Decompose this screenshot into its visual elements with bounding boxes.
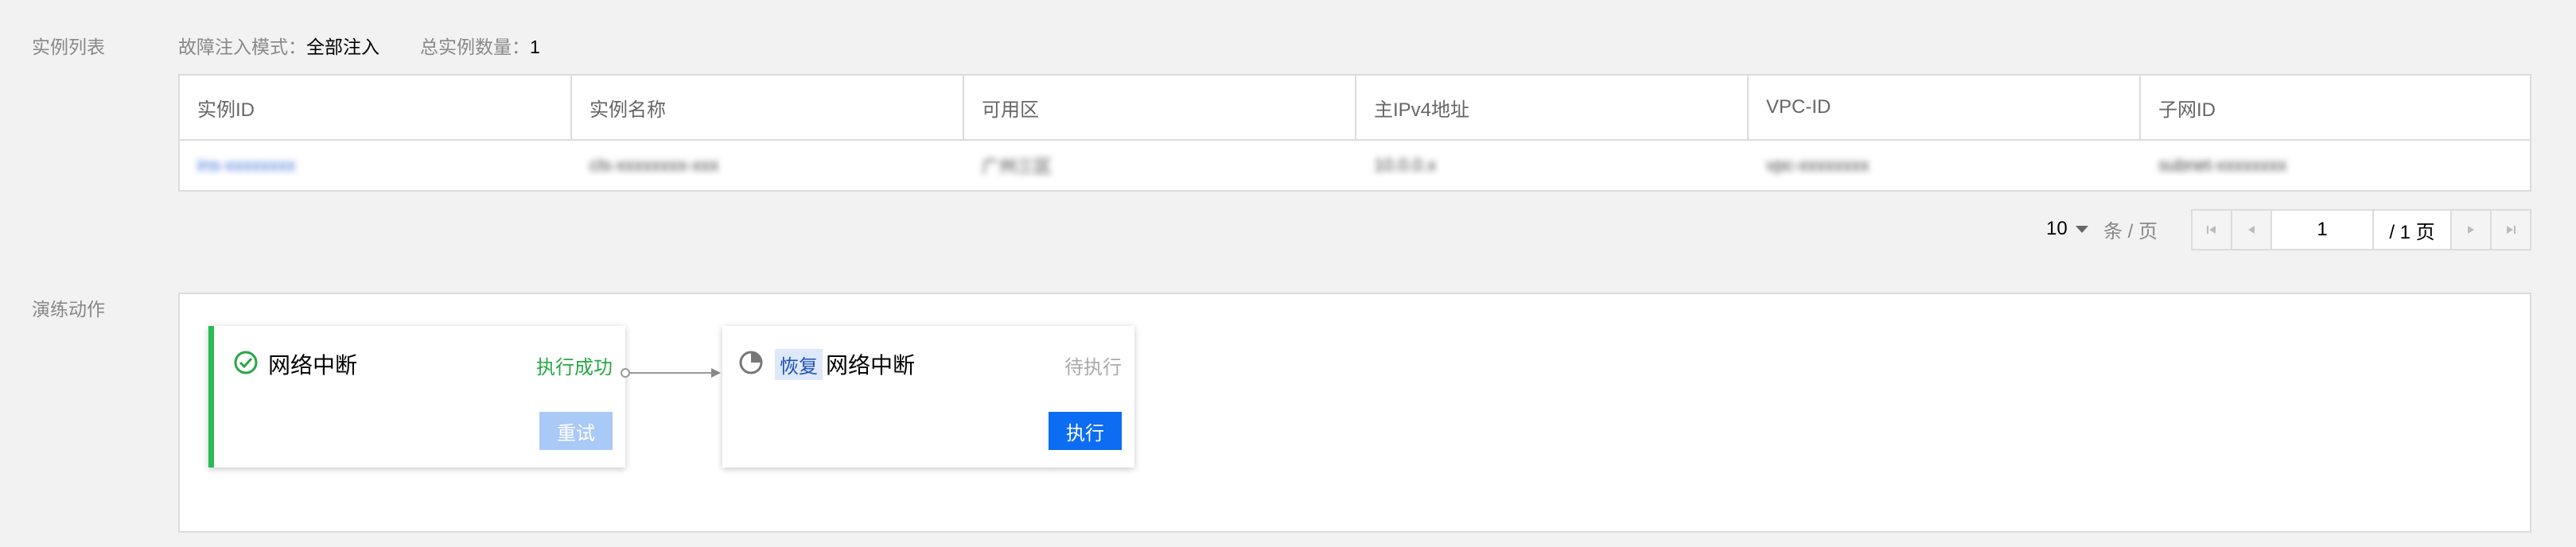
cell-subnet-id: subnet-xxxxxxxx <box>2158 155 2287 175</box>
first-page-icon <box>2207 226 2216 234</box>
table-header: 实例ID 实例名称 可用区 主IPv4地址 VPC-ID 子网ID <box>180 76 2530 141</box>
column-header-vpc-id: VPC-ID <box>1749 76 2141 139</box>
instance-count-value: 1 <box>530 37 540 57</box>
step-status: 待执行 <box>1064 357 1122 378</box>
next-page-button[interactable] <box>2452 211 2492 249</box>
next-page-icon <box>2468 226 2474 234</box>
instance-count-label: 总实例数量： <box>420 37 530 57</box>
step-title-text: 网络中断 <box>826 353 916 378</box>
cell-vpc-id: vpc-xxxxxxxx <box>1766 155 1870 175</box>
pending-pie-icon <box>739 351 763 374</box>
total-pages: / 1 页 <box>2374 211 2452 249</box>
step-status: 执行成功 <box>536 357 613 378</box>
table-row: ins-xxxxxxxx cls-xxxxxxxx-xxx 广州三区 10.0.… <box>180 141 2530 190</box>
execute-button[interactable]: 执行 <box>1049 412 1122 450</box>
prev-page-icon <box>2248 226 2255 234</box>
column-header-ipv4: 主IPv4地址 <box>1356 76 1749 139</box>
cell-ipv4: 10.0.0.x <box>1374 155 1437 175</box>
column-header-instance-id: 实例ID <box>180 76 572 139</box>
retry-button[interactable]: 重试 <box>539 412 613 450</box>
fault-mode-info: 故障注入模式：全部注入 <box>178 32 379 59</box>
page-size-select[interactable]: 10 <box>2046 211 2088 246</box>
pagination: 1 / 1 页 <box>2191 209 2531 250</box>
restore-tag: 恢复 <box>775 348 823 380</box>
instance-table: 实例ID 实例名称 可用区 主IPv4地址 VPC-ID 子网ID ins-xx… <box>178 74 2531 192</box>
last-page-icon <box>2507 226 2516 234</box>
last-page-button[interactable] <box>2492 211 2530 249</box>
instance-count-info: 总实例数量：1 <box>420 32 540 59</box>
column-header-subnet-id: 子网ID <box>2158 99 2216 121</box>
column-header-instance-name: 实例名称 <box>572 76 964 139</box>
cell-zone: 广州三区 <box>982 157 1053 177</box>
step-title: 网络中断 <box>268 353 358 378</box>
flow-connector-arrow <box>621 368 721 378</box>
page-number-input[interactable]: 1 <box>2272 211 2374 249</box>
step-card-network-interrupt[interactable]: 网络中断 执行成功 重试 <box>208 326 625 467</box>
caret-down-icon <box>2075 225 2088 233</box>
fault-mode-value: 全部注入 <box>306 37 379 57</box>
cell-instance-id[interactable]: ins-xxxxxxxx <box>180 141 572 190</box>
prev-page-button[interactable] <box>2232 211 2272 249</box>
per-page-label: 条 / 页 <box>2103 220 2158 242</box>
step-title: 恢复 网络中断 <box>775 348 915 380</box>
column-header-zone: 可用区 <box>964 76 1356 139</box>
fault-mode-label: 故障注入模式： <box>178 37 306 57</box>
instances-section-label: 实例列表 <box>32 37 105 57</box>
check-circle-icon <box>234 351 258 374</box>
step-card-restore-network[interactable]: 恢复 网络中断 待执行 执行 <box>722 326 1134 467</box>
first-page-button[interactable] <box>2193 211 2232 249</box>
page-size-value: 10 <box>2046 218 2068 239</box>
actions-section-label: 演练动作 <box>32 299 105 320</box>
cell-instance-name: cls-xxxxxxxx-xxx <box>590 155 719 175</box>
